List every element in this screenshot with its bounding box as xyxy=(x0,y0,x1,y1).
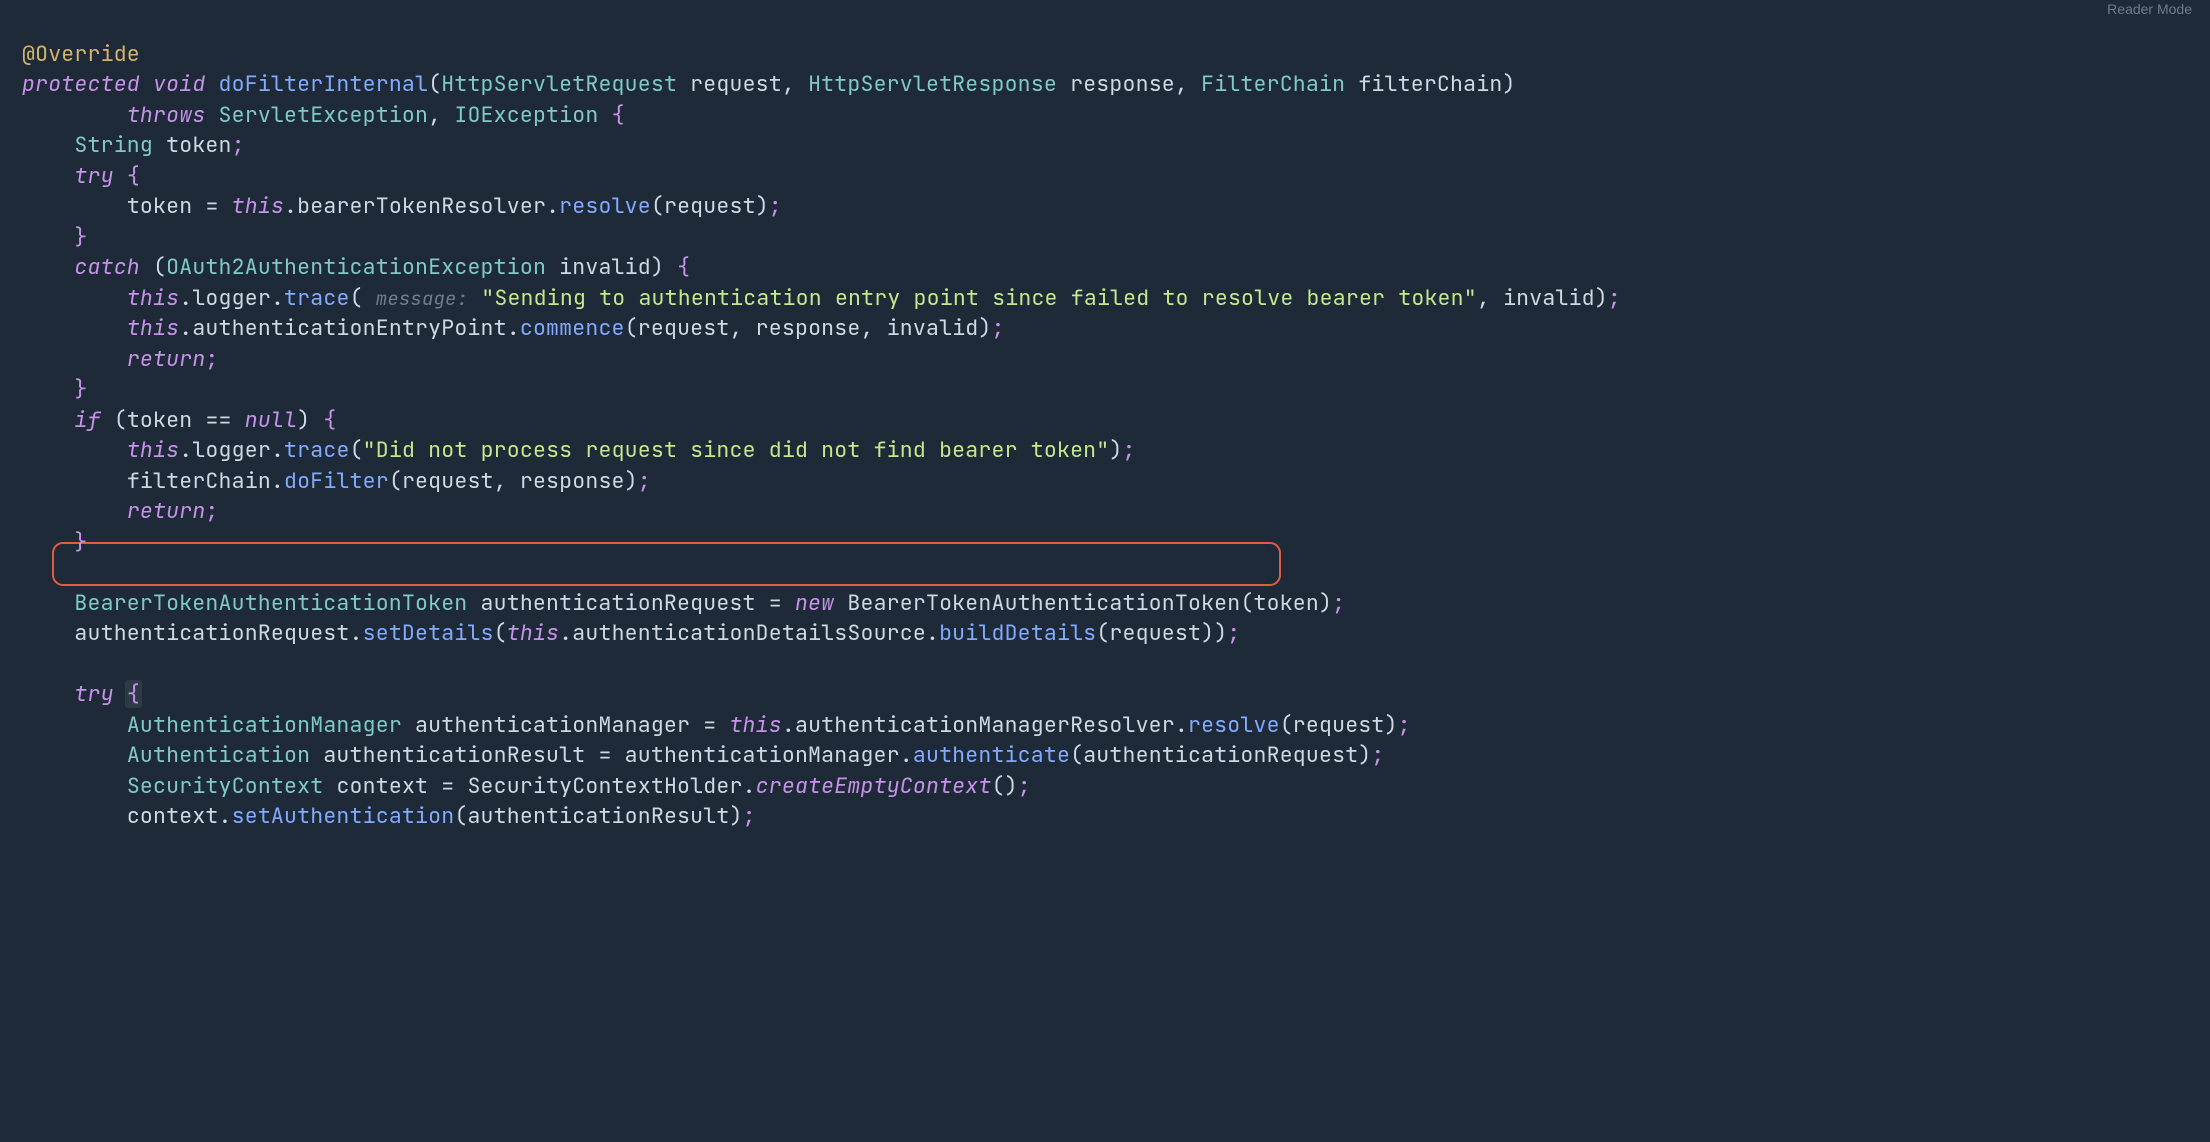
var-authenticationManager: authenticationManager xyxy=(625,741,900,769)
var-token: token xyxy=(127,406,193,434)
arg-response: response xyxy=(756,314,861,342)
arg-request: request xyxy=(402,467,494,495)
method-trace: trace xyxy=(284,436,350,464)
string-trace1: "Sending to authentication entry point s… xyxy=(481,284,1477,312)
keyword-if: if xyxy=(74,406,100,434)
var-token: token xyxy=(166,131,232,159)
var-authenticationResult: authenticationResult xyxy=(323,741,585,769)
param-filterchain: filterChain xyxy=(1358,70,1502,98)
arg-token: token xyxy=(1254,589,1320,617)
field-authenticationManagerResolver: authenticationManagerResolver xyxy=(795,711,1175,739)
keyword-null: null xyxy=(245,406,297,434)
keyword-protected: protected xyxy=(22,70,140,98)
method-commence: commence xyxy=(520,314,625,342)
arg-request: request xyxy=(638,314,730,342)
operator-eqeq: == xyxy=(205,406,231,434)
field-logger: logger xyxy=(192,284,271,312)
var-context: context xyxy=(127,802,219,830)
method-setAuthentication: setAuthentication xyxy=(232,802,455,830)
method-trace: trace xyxy=(284,284,350,312)
keyword-this: this xyxy=(507,619,559,647)
var-filterchain: filterChain xyxy=(127,467,271,495)
keyword-try: try xyxy=(74,680,113,708)
keyword-this: this xyxy=(127,436,179,464)
type-securitycontextholder: SecurityContextHolder xyxy=(467,772,742,800)
field-authenticationEntryPoint: authenticationEntryPoint xyxy=(192,314,506,342)
type-servletexception: ServletException xyxy=(219,101,429,129)
keyword-this: this xyxy=(127,284,179,312)
method-authenticate: authenticate xyxy=(913,741,1070,769)
arg-authenticationRequest: authenticationRequest xyxy=(1083,741,1358,769)
arg-request: request xyxy=(1109,619,1201,647)
var-authenticationRequest: authenticationRequest xyxy=(74,619,349,647)
keyword-this: this xyxy=(232,192,284,220)
var-authenticationManager: authenticationManager xyxy=(415,711,690,739)
method-createEmptyContext: createEmptyContext xyxy=(756,772,992,800)
param-hint-message: message: xyxy=(376,286,468,311)
method-buildDetails: buildDetails xyxy=(939,619,1096,647)
ctor-bearertoken: BearerTokenAuthenticationToken xyxy=(847,589,1240,617)
type-securitycontext: SecurityContext xyxy=(127,772,324,800)
method-doFilterInternal: doFilterInternal xyxy=(219,70,429,98)
type-authentication: Authentication xyxy=(127,741,310,769)
keyword-return: return xyxy=(127,345,206,373)
keyword-throws: throws xyxy=(127,101,206,129)
keyword-new: new xyxy=(795,589,834,617)
type-bearertokenAuthtoken: BearerTokenAuthenticationToken xyxy=(74,589,467,617)
method-doFilter: doFilter xyxy=(284,467,389,495)
keyword-this: this xyxy=(127,314,179,342)
var-invalid: invalid xyxy=(559,253,651,281)
type-httpservletresponse: HttpServletResponse xyxy=(808,70,1057,98)
field-authenticationDetailsSource: authenticationDetailsSource xyxy=(572,619,926,647)
var-token: token xyxy=(127,192,193,220)
keyword-this: this xyxy=(729,711,781,739)
type-authenticationmanager: AuthenticationManager xyxy=(127,711,402,739)
field-bearerTokenResolver: bearerTokenResolver xyxy=(297,192,546,220)
type-oauth2authexception: OAuth2AuthenticationException xyxy=(166,253,546,281)
arg-authenticationResult: authenticationResult xyxy=(467,802,729,830)
code-editor[interactable]: @Override protected void doFilterInterna… xyxy=(0,0,2210,832)
keyword-return: return xyxy=(127,497,206,525)
method-setDetails: setDetails xyxy=(363,619,494,647)
string-trace2: "Did not process request since did not f… xyxy=(363,436,1110,464)
method-resolve: resolve xyxy=(559,192,651,220)
var-authenticationRequest: authenticationRequest xyxy=(481,589,756,617)
annotation-override: @Override xyxy=(22,40,140,68)
keyword-catch: catch xyxy=(74,253,140,281)
arg-response: response xyxy=(520,467,625,495)
param-request: request xyxy=(690,70,782,98)
arg-request: request xyxy=(664,192,756,220)
param-response: response xyxy=(1070,70,1175,98)
arg-invalid: invalid xyxy=(1503,284,1595,312)
keyword-void: void xyxy=(153,70,205,98)
arg-request: request xyxy=(1293,711,1385,739)
var-context: context xyxy=(336,772,428,800)
type-httpservletrequest: HttpServletRequest xyxy=(441,70,677,98)
method-resolve: resolve xyxy=(1188,711,1280,739)
type-string: String xyxy=(74,131,153,159)
type-ioexception: IOException xyxy=(454,101,598,129)
keyword-try: try xyxy=(74,162,113,190)
type-filterchain: FilterChain xyxy=(1201,70,1345,98)
arg-invalid: invalid xyxy=(887,314,979,342)
field-logger: logger xyxy=(192,436,271,464)
